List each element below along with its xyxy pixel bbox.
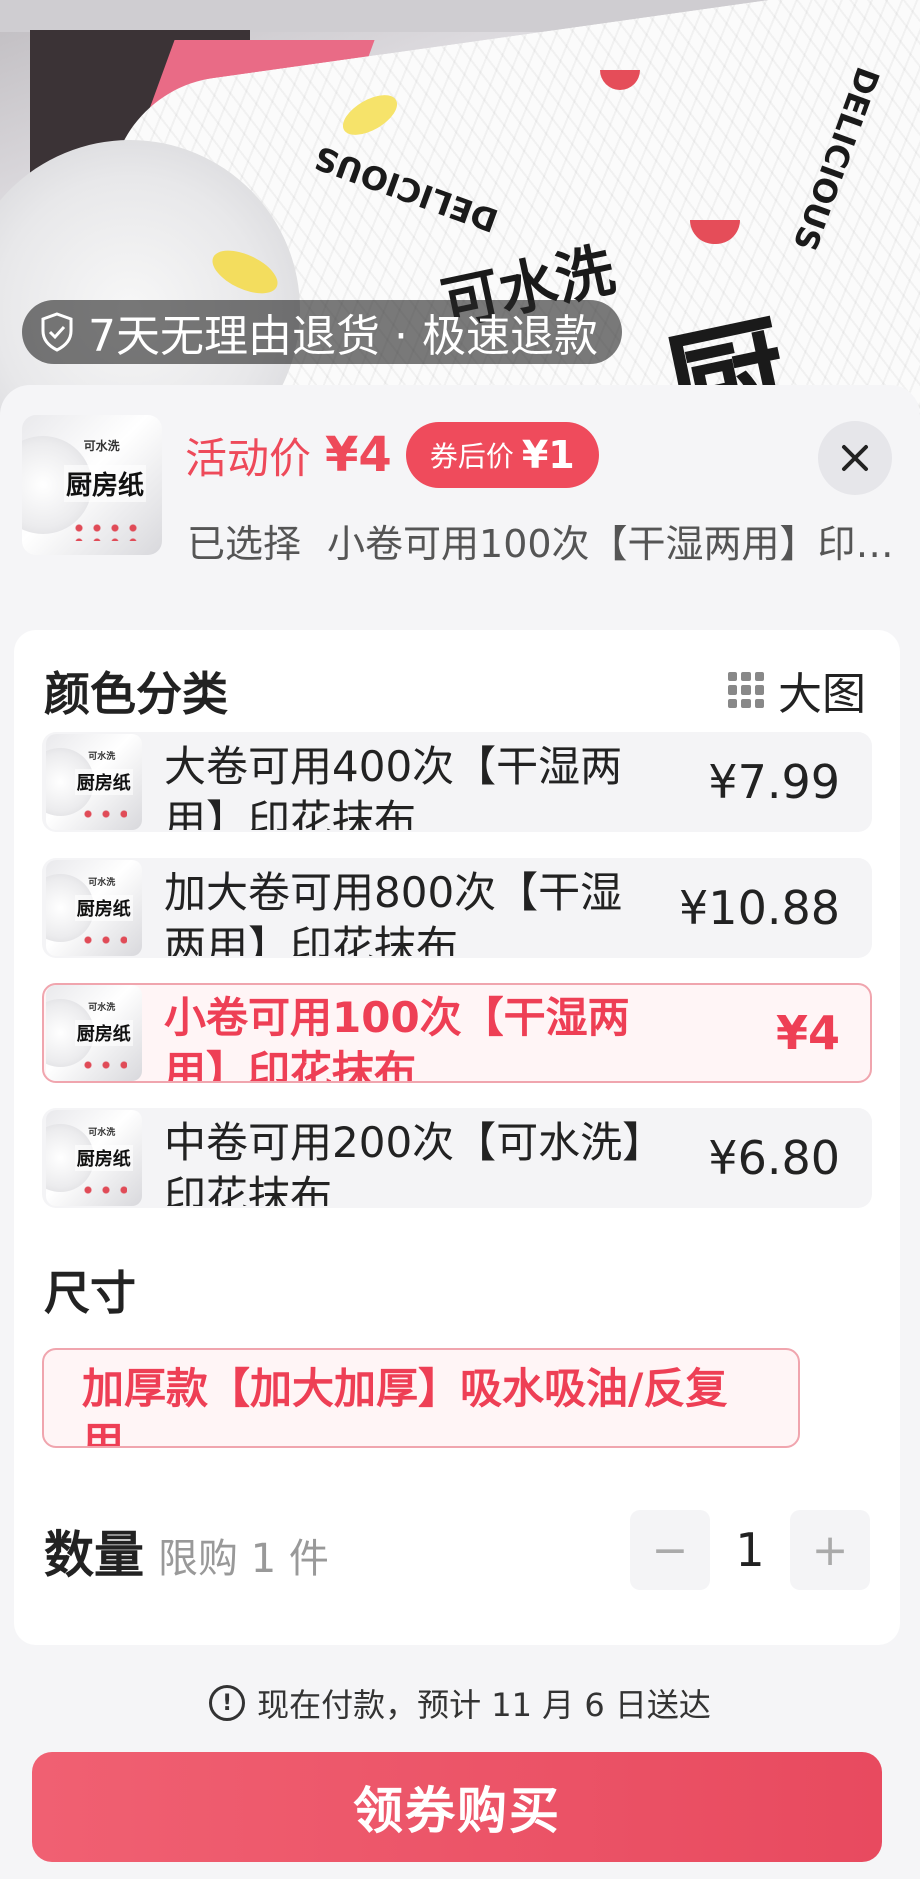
- return-policy-text: 7天无理由退货 · 极速退款: [88, 311, 598, 362]
- activity-price-value: ¥4: [325, 427, 392, 483]
- quantity-row: 数量 限购 1 件: [44, 1515, 329, 1587]
- big-picture-toggle[interactable]: 大图: [728, 658, 866, 722]
- color-option[interactable]: 可水洗 厨房纸 大卷可用400次【干湿两用】印花抹布 ¥7.99: [42, 732, 872, 832]
- close-button[interactable]: [818, 421, 892, 495]
- options-card: 颜色分类 大图 可水洗 厨房纸 大卷可用400次【干湿两用】印花抹布 ¥7.99 …: [14, 630, 900, 1645]
- color-option-selected[interactable]: 可水洗 厨房纸 小卷可用100次【干湿两用】印花抹布 ¥4: [42, 983, 872, 1083]
- option-label: 中卷可用200次【可水洗】印花抹布: [164, 1118, 644, 1208]
- selected-sku-summary: 已选择小卷可用100次【干湿两用】印花抹布: [187, 513, 897, 568]
- option-label: 加大卷可用800次【干湿两用】印花抹布: [164, 868, 623, 958]
- delivery-estimate: ! 现在付款，预计 11 月 6 日送达: [0, 1680, 920, 1726]
- coupon-price-label: 券后价: [429, 440, 514, 473]
- option-price: ¥6.80: [708, 1131, 840, 1185]
- product-hero-image[interactable]: DELICIOUS DELICIOUS 可水洗 厨房纸 7天无理由退货 · 极速…: [0, 0, 920, 430]
- price-row: 活动价 ¥4 券后价 ¥1: [185, 422, 599, 488]
- selected-value: 小卷可用100次【干湿两用】印花抹布: [327, 522, 897, 566]
- claim-coupon-buy-button[interactable]: 领券购买: [32, 1752, 882, 1862]
- sku-selector-sheet: 可水洗 厨房纸 活动价 ¥4 券后价 ¥1 已选择 小卷可用100次【干湿两用】印…: [0, 385, 920, 1879]
- big-picture-label: 大图: [778, 669, 866, 720]
- option-thumbnail: 可水洗 厨房纸: [46, 985, 142, 1081]
- option-thumbnail: 可水洗 厨房纸: [46, 734, 142, 830]
- size-option-selected[interactable]: 加厚款【加大加厚】吸水吸油/反复用: [42, 1348, 800, 1448]
- activity-price-label: 活动价: [185, 433, 312, 483]
- quantity-value[interactable]: 1: [710, 1523, 790, 1577]
- grid-icon: [728, 672, 764, 708]
- purchase-limit: 限购 1 件: [158, 1536, 329, 1582]
- thumb-big-text: 厨房纸: [64, 465, 147, 503]
- info-icon: !: [209, 1685, 246, 1721]
- shield-check-icon: [41, 312, 73, 352]
- option-price: ¥4: [775, 1006, 840, 1060]
- selected-label: 已选择: [187, 522, 302, 566]
- quantity-stepper[interactable]: − 1 +: [630, 1510, 870, 1590]
- product-thumbnail[interactable]: 可水洗 厨房纸: [22, 415, 162, 555]
- color-option[interactable]: 可水洗 厨房纸 加大卷可用800次【干湿两用】印花抹布 ¥10.88: [42, 858, 872, 958]
- delivery-text: 现在付款，预计 11 月 6 日送达: [257, 1686, 711, 1724]
- color-section-title: 颜色分类: [44, 667, 228, 721]
- size-option-label: 加厚款【加大加厚】吸水吸油/反复用: [82, 1364, 728, 1448]
- quantity-title: 数量: [44, 1526, 144, 1584]
- coupon-price-value: ¥1: [521, 433, 575, 477]
- decrease-button[interactable]: −: [630, 1510, 710, 1590]
- option-label: 大卷可用400次【干湿两用】印花抹布: [164, 742, 623, 832]
- return-policy-badge[interactable]: 7天无理由退货 · 极速退款: [22, 300, 622, 364]
- thumb-small-text: 可水洗: [83, 439, 120, 454]
- close-icon: [842, 445, 868, 471]
- increase-button[interactable]: +: [790, 1510, 870, 1590]
- coupon-price-badge: 券后价 ¥1: [405, 422, 599, 488]
- size-section-title: 尺寸: [44, 1266, 136, 1320]
- option-thumbnail: 可水洗 厨房纸: [46, 860, 142, 956]
- option-label: 小卷可用100次【干湿两用】印花抹布: [164, 993, 630, 1083]
- option-price: ¥7.99: [708, 755, 840, 809]
- color-option[interactable]: 可水洗 厨房纸 中卷可用200次【可水洗】印花抹布 ¥6.80: [42, 1108, 872, 1208]
- option-thumbnail: 可水洗 厨房纸: [46, 1110, 142, 1206]
- option-price: ¥10.88: [679, 881, 840, 935]
